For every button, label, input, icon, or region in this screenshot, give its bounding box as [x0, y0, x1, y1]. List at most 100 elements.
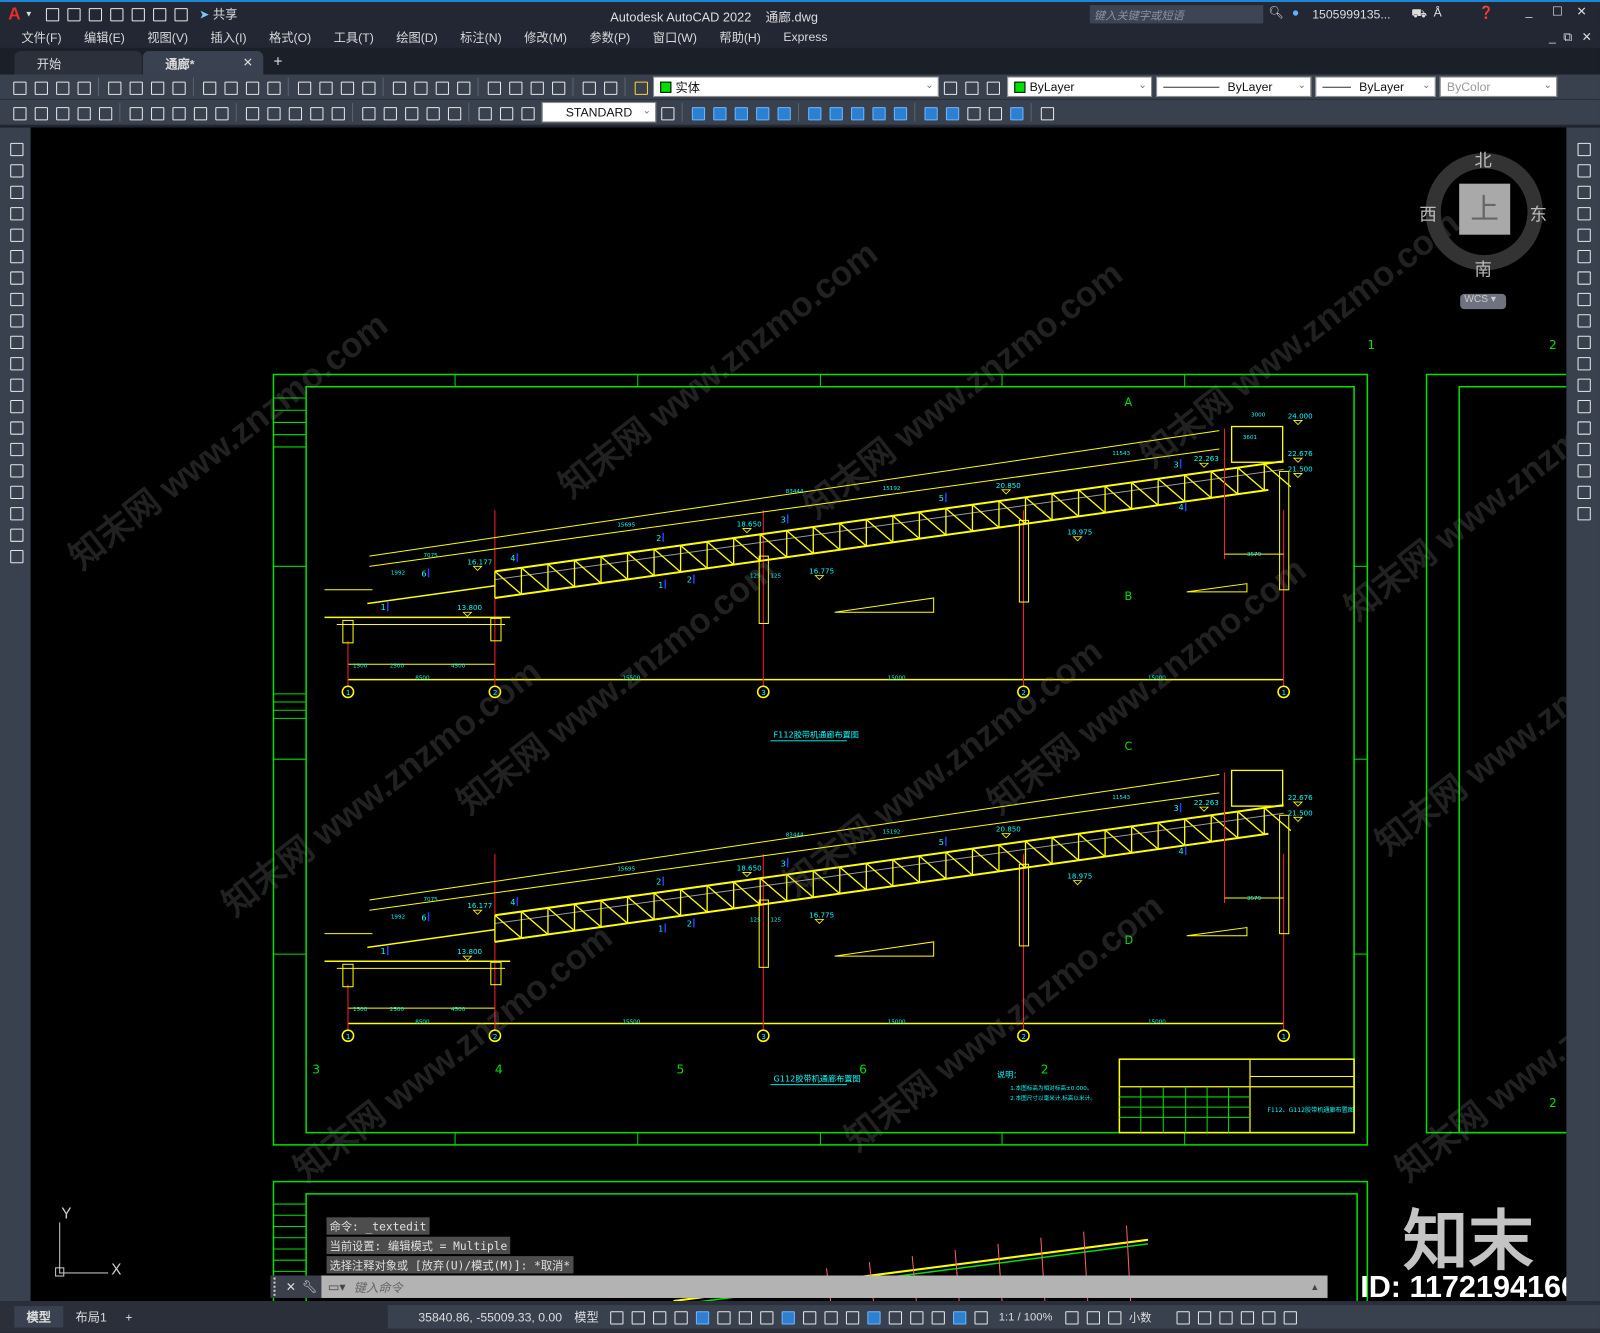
menu-item[interactable]: 工具(T) [334, 28, 374, 45]
object-snap-tracking-icon[interactable] [757, 1308, 774, 1325]
tab-tonglang[interactable]: 通廊* ✕ [142, 51, 264, 75]
polyline-icon[interactable] [7, 183, 24, 200]
menu-item[interactable]: 标注(N) [460, 28, 502, 45]
space-dim-icon[interactable] [329, 104, 346, 121]
dim-update-icon[interactable] [518, 104, 535, 121]
undo-icon[interactable] [295, 78, 312, 95]
compass-east[interactable]: 东 [1530, 200, 1547, 226]
menu-item[interactable]: 视图(V) [147, 28, 188, 45]
autodesk-account-icon[interactable]: Å [1434, 5, 1442, 19]
layer-on-icon[interactable] [632, 78, 649, 95]
save-icon[interactable] [53, 78, 70, 95]
menu-item[interactable]: 格式(O) [269, 28, 311, 45]
delete-faces-icon[interactable] [827, 104, 844, 121]
stretch-icon[interactable] [1574, 311, 1591, 328]
color-dropdown[interactable]: ByLayer ⌄ [1007, 76, 1153, 97]
polygon-icon[interactable] [7, 204, 24, 221]
copy-icon[interactable] [200, 78, 217, 95]
model-space-button[interactable]: 模型 [574, 1308, 599, 1325]
scale-icon[interactable] [1574, 290, 1591, 307]
menu-item[interactable]: 参数(P) [589, 28, 630, 45]
imprint-icon[interactable] [943, 104, 960, 121]
lineweight-icon[interactable] [800, 1308, 817, 1325]
jogged-dim-icon[interactable] [191, 104, 208, 121]
tab-start[interactable]: 开始 [14, 51, 142, 75]
tab-close-icon[interactable]: ✕ [243, 55, 253, 69]
construction-line-icon[interactable] [7, 161, 24, 178]
paste-icon[interactable] [221, 78, 238, 95]
plot-icon[interactable] [74, 78, 91, 95]
menu-item[interactable]: Express [783, 30, 827, 44]
arc-dim-icon[interactable] [127, 104, 144, 121]
linetype-dropdown[interactable]: ByLayer ⌄ [1156, 76, 1312, 97]
ordinate-dim-icon[interactable] [148, 104, 165, 121]
customize-wrench-icon[interactable]: 🔧︎ [302, 1280, 318, 1294]
layer-dropdown[interactable]: 实体 ⌄ [653, 76, 939, 97]
lineweight-dropdown[interactable]: ByLayer ⌄ [1315, 76, 1436, 97]
baseline-dim-icon[interactable] [286, 104, 303, 121]
units-icon[interactable] [1106, 1308, 1123, 1325]
autocad-logo[interactable]: A [8, 4, 21, 24]
erase-icon[interactable] [1574, 140, 1591, 157]
cut-icon[interactable] [169, 78, 186, 95]
menu-item[interactable]: 窗口(W) [653, 28, 697, 45]
offset-icon[interactable] [1574, 204, 1591, 221]
help-icon[interactable]: ❓ [1479, 5, 1494, 19]
doc-minimize-button[interactable]: _ [1549, 30, 1556, 44]
wcs-menu[interactable]: WCS ▾ [1460, 293, 1507, 310]
separate-icon[interactable] [986, 104, 1003, 121]
menu-item[interactable]: 文件(F) [21, 28, 61, 45]
selection-filter-icon[interactable] [907, 1308, 924, 1325]
help-icon[interactable] [580, 78, 597, 95]
layer-state-icon[interactable] [984, 78, 1001, 95]
add-selected-icon[interactable] [7, 547, 24, 564]
hardware-acceleration-icon[interactable] [1238, 1308, 1255, 1325]
check-solid-icon[interactable] [1038, 104, 1055, 121]
compass-west[interactable]: 西 [1419, 200, 1436, 226]
polar-tracking-icon[interactable] [714, 1308, 731, 1325]
publish-icon[interactable] [127, 78, 144, 95]
qa-save-icon[interactable] [86, 5, 103, 22]
grid-icon[interactable] [607, 1308, 624, 1325]
extrude-faces-icon[interactable] [753, 104, 770, 121]
trim-icon[interactable] [1574, 333, 1591, 350]
layer-properties-icon[interactable] [601, 78, 618, 95]
share-button[interactable]: ➤ 共享 [199, 5, 237, 22]
move-faces-icon[interactable] [774, 104, 791, 121]
clean-icon[interactable] [964, 104, 981, 121]
calculator-icon[interactable] [549, 78, 566, 95]
command-history-toggle-icon[interactable]: ▲ [1310, 1282, 1319, 1292]
sheet-set-icon[interactable] [506, 78, 523, 95]
transparency-icon[interactable] [821, 1308, 838, 1325]
viewcube-face-top[interactable]: 上 [1459, 183, 1511, 235]
insert-block-icon[interactable] [7, 376, 24, 393]
dim-edit-icon[interactable] [476, 104, 493, 121]
plotstyle-dropdown[interactable]: ByColor ⌄ [1439, 76, 1558, 97]
new-icon[interactable] [10, 78, 27, 95]
ortho-mode-icon[interactable] [693, 1308, 710, 1325]
minimize-button[interactable]: _ [1525, 4, 1532, 18]
object-snap-icon[interactable] [778, 1308, 795, 1325]
doc-restore-button[interactable]: ⧉ [1563, 30, 1572, 45]
inspect-icon[interactable] [423, 104, 440, 121]
gradient-icon[interactable] [7, 461, 24, 478]
pan-icon[interactable] [338, 78, 355, 95]
layout-tab-layout1[interactable]: 布局1 [63, 1306, 119, 1327]
jogged-linear-icon[interactable] [445, 104, 462, 121]
user-name[interactable]: 1505999135... [1312, 7, 1390, 21]
rotate-icon[interactable] [1574, 268, 1591, 285]
viewcube[interactable]: 上 北 南 西 东 [1419, 151, 1547, 280]
customization-icon[interactable] [1281, 1308, 1298, 1325]
arc-icon[interactable] [7, 247, 24, 264]
recent-commands-icon[interactable]: ▭▾ [328, 1280, 346, 1294]
textedit-icon[interactable] [10, 104, 27, 121]
layer-previous-icon[interactable] [962, 78, 979, 95]
hatch-icon[interactable] [7, 440, 24, 457]
qa-saveas-icon[interactable] [107, 5, 124, 22]
mirror-icon[interactable] [1574, 183, 1591, 200]
compass-north[interactable]: 北 [1474, 146, 1491, 172]
move-icon[interactable] [1574, 247, 1591, 264]
diameter-dim-icon[interactable] [212, 104, 229, 121]
search-icon[interactable]: 🔍︎ [1268, 5, 1284, 19]
dim-text-edit-icon[interactable] [497, 104, 514, 121]
